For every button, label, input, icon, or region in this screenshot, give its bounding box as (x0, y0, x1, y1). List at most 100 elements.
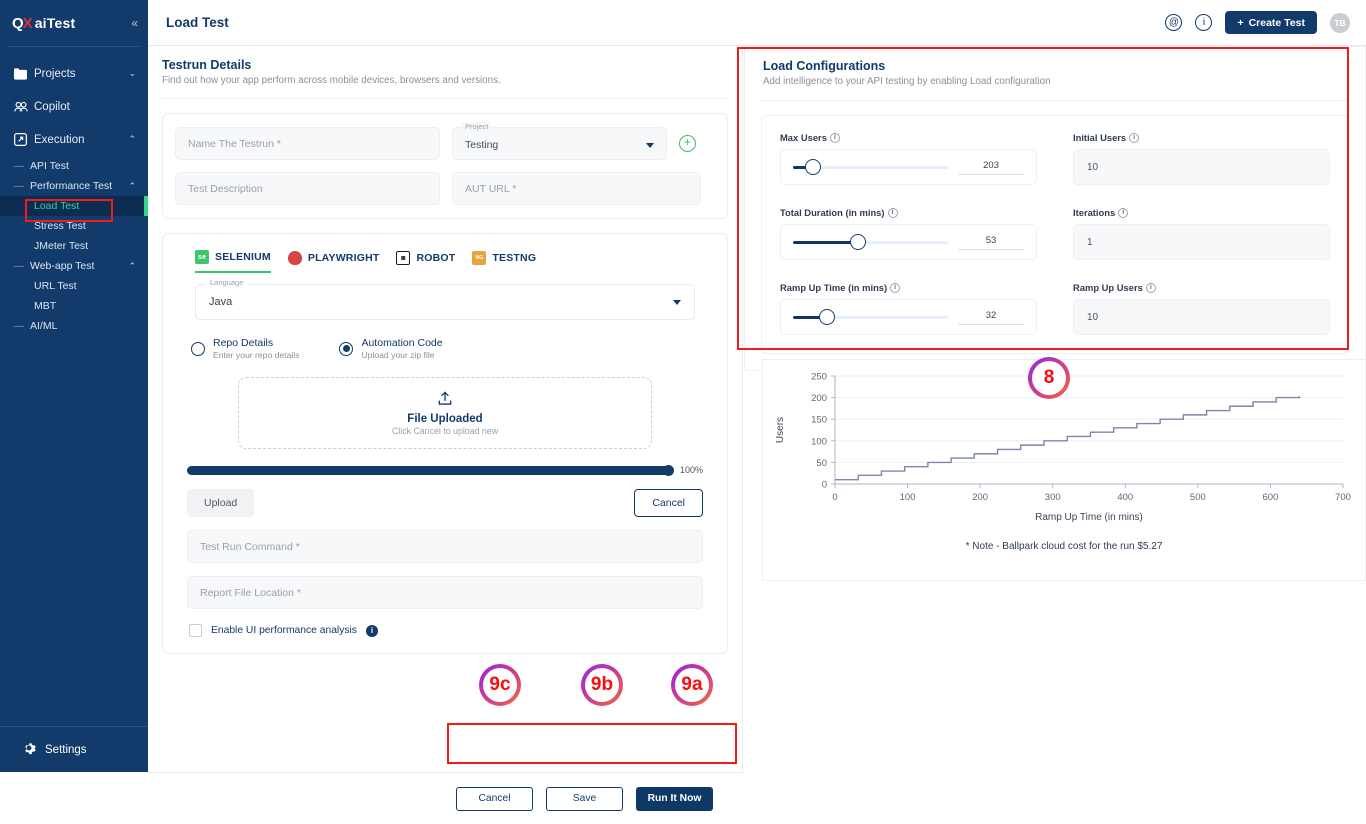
max-users-slider[interactable]: 203 (780, 149, 1037, 185)
dropzone-subtitle: Click Cancel to upload new (391, 425, 499, 436)
sidebar-item-mbt[interactable]: MBT (0, 296, 148, 316)
cancel-button[interactable]: Cancel (456, 786, 533, 811)
info-icon[interactable]: i (1129, 132, 1140, 143)
upload-progress: 100% (187, 464, 703, 476)
total-duration-value[interactable]: 53 (958, 235, 1024, 250)
load-config-subtitle: Add intelligence to your API testing by … (763, 76, 1051, 87)
sidebar-item-aiml[interactable]: — AI/ML (0, 316, 148, 336)
project-select[interactable]: Project Testing (452, 122, 667, 160)
tree-dash-icon: — (14, 180, 24, 192)
sidebar-item-load-test[interactable]: Load Test (0, 196, 148, 216)
info-icon[interactable]: i (365, 624, 378, 637)
progress-bar (187, 464, 674, 476)
slider-track[interactable] (793, 233, 948, 250)
ramp-up-time-value[interactable]: 32 (958, 310, 1024, 325)
total-duration-slider[interactable]: 53 (780, 224, 1037, 260)
radio-repo-details[interactable]: Repo Details Enter your repo details (191, 337, 299, 360)
plus-icon: + (1237, 16, 1244, 29)
upload-button[interactable]: Upload (187, 489, 255, 517)
slider-track[interactable] (793, 308, 948, 325)
enable-ui-performance-checkbox[interactable] (189, 624, 202, 637)
info-icon[interactable]: i (1145, 282, 1156, 293)
sidebar-item-execution[interactable]: Execution ⌃ (0, 123, 148, 156)
test-description-input[interactable]: Test Description (175, 172, 440, 205)
source-radio-group: Repo Details Enter your repo details Aut… (191, 337, 717, 360)
radio-automation-code[interactable]: Automation Code Upload your zip file (339, 337, 443, 360)
ramp-up-users-input[interactable]: 10 (1073, 299, 1330, 335)
slider-knob[interactable] (819, 308, 836, 325)
sidebar-item-jmeter-test[interactable]: JMeter Test (0, 236, 148, 256)
info-icon[interactable]: i (829, 132, 840, 143)
tab-robot[interactable]: ◙ ROBOT (396, 251, 455, 272)
cancel-upload-button[interactable]: Cancel (634, 489, 703, 517)
total-duration-label-row: Total Duration (in mins) i (780, 207, 1037, 218)
test-run-command-input[interactable]: Test Run Command * (187, 530, 703, 563)
sidebar-item-copilot[interactable]: Copilot (0, 90, 148, 123)
sidebar-item-api-test[interactable]: — API Test (0, 156, 148, 176)
svg-text:200: 200 (811, 393, 827, 404)
report-file-location-input[interactable]: Report File Location * (187, 576, 703, 609)
file-dropzone[interactable]: File Uploaded Click Cancel to upload new (238, 377, 652, 449)
sidebar-item-settings[interactable]: Settings (0, 726, 148, 772)
slider-knob[interactable] (805, 158, 822, 175)
language-select[interactable]: Java (195, 284, 695, 320)
aut-url-input[interactable]: AUT URL * (452, 172, 701, 205)
svg-text:200: 200 (972, 492, 988, 503)
field-ramp-up-users: Ramp Up Users i 10 (1073, 282, 1330, 335)
brand-logo-x: X (22, 14, 33, 32)
info-icon[interactable]: i (890, 282, 901, 293)
save-button[interactable]: Save (546, 786, 623, 811)
iterations-input[interactable]: 1 (1073, 224, 1330, 260)
testrun-details-panel: Testrun Details Find out how your app pe… (148, 46, 743, 772)
max-users-value[interactable]: 203 (958, 160, 1024, 175)
sidebar-item-webapp-test[interactable]: — Web-app Test ⌃ (0, 256, 148, 276)
testrun-title: Testrun Details (162, 58, 252, 72)
avatar[interactable]: TB (1330, 12, 1350, 33)
ramp-up-time-slider[interactable]: 32 (780, 299, 1037, 335)
chevron-up-icon: ⌃ (128, 134, 136, 144)
language-field: Language Java (195, 278, 695, 320)
sidebar-label-aiml: AI/ML (30, 320, 58, 332)
max-users-label: Max Users (780, 132, 827, 143)
slider-track[interactable] (793, 158, 948, 175)
tab-selenium-label: SELENIUM (215, 251, 271, 263)
initial-users-input[interactable]: 10 (1073, 149, 1330, 185)
radio-icon-unselected (191, 341, 205, 356)
tab-robot-label: ROBOT (416, 252, 456, 264)
total-duration-label: Total Duration (in mins) (780, 207, 885, 218)
sidebar-item-stress-test[interactable]: Stress Test (0, 216, 148, 236)
info-icon[interactable]: i (1118, 207, 1129, 218)
brand-name: aiTest (34, 15, 76, 31)
tab-playwright[interactable]: PLAYWRIGHT (287, 251, 380, 272)
collapse-sidebar-icon[interactable]: « (131, 16, 138, 30)
slider-knob[interactable] (850, 233, 867, 250)
add-project-button[interactable]: + (679, 135, 696, 152)
radio-repo-subtitle: Enter your repo details (213, 350, 300, 360)
svg-text:100: 100 (900, 492, 916, 503)
progress-knob (662, 464, 674, 476)
radio-icon-selected (339, 341, 354, 356)
info-icon[interactable]: i (1195, 14, 1213, 31)
svg-text:700: 700 (1335, 492, 1351, 503)
divider (162, 98, 728, 99)
tab-testng[interactable]: NG TESTNG (472, 251, 536, 272)
ramp-up-time-label: Ramp Up Time (in mins) (780, 282, 888, 293)
create-test-button[interactable]: + Create Test (1225, 11, 1317, 34)
svg-text:300: 300 (1045, 492, 1061, 503)
sidebar-item-projects[interactable]: Projects ⌄ (0, 57, 148, 90)
run-it-now-button[interactable]: Run It Now (636, 786, 713, 811)
sidebar-label-api-test: API Test (30, 160, 69, 172)
sidebar-label-settings: Settings (45, 743, 87, 756)
sidebar-label-execution: Execution (34, 133, 85, 146)
tab-selenium[interactable]: se SELENIUM (195, 250, 271, 273)
mention-icon[interactable]: @ (1165, 14, 1183, 31)
initial-users-label-row: Initial Users i (1073, 132, 1330, 143)
sidebar-item-performance-test[interactable]: — Performance Test ⌃ (0, 176, 148, 196)
create-test-label: Create Test (1248, 16, 1305, 29)
sidebar-item-url-test[interactable]: URL Test (0, 276, 148, 296)
info-icon[interactable]: i (887, 207, 898, 218)
report-file-location-field: Report File Location * (187, 576, 703, 609)
svg-text:250: 250 (811, 372, 827, 383)
testrun-header: Testrun Details Find out how your app pe… (148, 46, 742, 86)
name-the-testrun-input[interactable]: Name The Testrun * (175, 127, 440, 160)
